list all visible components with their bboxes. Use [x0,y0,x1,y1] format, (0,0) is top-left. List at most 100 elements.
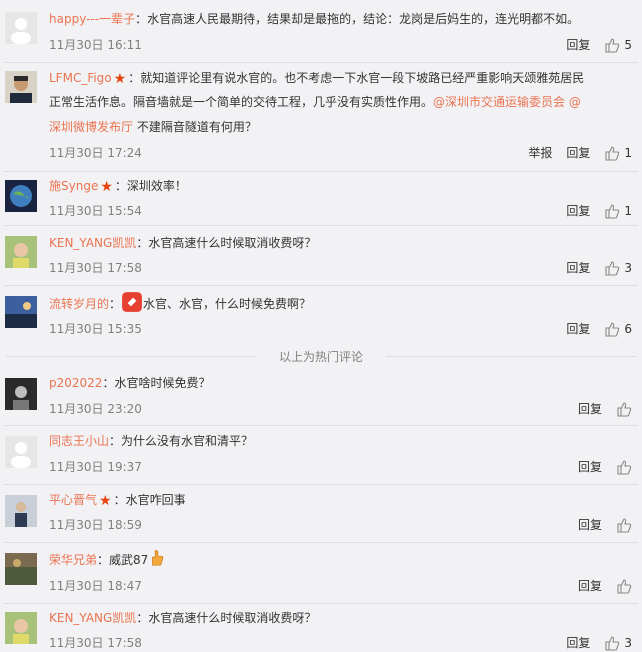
like-button[interactable]: 3 [604,260,632,276]
avatar[interactable] [5,12,37,44]
comment-text-line: 正常生活作息。隔音墙就是一个简单的交待工程，几乎没有实质性作用。@深圳市交通运输… [49,89,634,115]
avatar[interactable] [5,71,37,103]
comment-item: LFMC_Figo ★ ：就知道评论里有说水官的。也不考虑一下水官一段下坡路已经严重… [0,63,642,171]
reply-button[interactable]: 回复 [578,400,602,417]
avatar[interactable] [5,495,37,527]
thumb-up-icon [605,260,620,276]
thumb-up-icon [617,578,632,594]
like-button[interactable]: 3 [604,635,632,651]
comment-text-line: LFMC_Figo ★ ：就知道评论里有说水官的。也不考虑一下水官一段下坡路已经严重… [49,65,634,92]
comment-time: 11月30日 15:54 [49,204,142,218]
thumb-up-icon [605,321,620,337]
like-button[interactable]: 6 [604,321,632,337]
comment-text-line: 深圳微博发布厅 不建隔音隧道有何用？ [49,114,634,140]
avatar[interactable] [5,236,37,268]
reply-button[interactable]: 回复 [566,36,590,53]
report-button[interactable]: 举报 [528,144,552,161]
comment-username[interactable]: 流转岁月的 [49,297,109,311]
comment-username[interactable]: 同志王小山 [49,434,109,448]
like-count: 3 [624,260,632,275]
comment-time: 11月30日 19:37 [49,460,142,474]
like-button[interactable] [616,459,632,475]
comment-username[interactable]: 平心晋气 [49,493,97,507]
thumb-up-icon [617,401,632,417]
comment-text: ：水官啥时候免费？ [102,376,211,390]
comment-text: ：水官咋回事 [113,493,186,507]
like-button[interactable]: 1 [604,203,632,219]
avatar[interactable] [5,612,37,644]
comment-text-line: KEN_YANG凯凯：水官高速什么时候取消收费呀？ [49,605,634,631]
comment-time: 11月30日 17:58 [49,261,142,275]
thumb-up-icon [605,145,620,161]
reply-button[interactable]: 回复 [578,577,602,594]
comment-time: 11月30日 17:58 [49,636,142,650]
comment-time: 11月30日 16:11 [49,38,142,52]
comment-username[interactable]: p202022 [49,376,102,390]
red-envelope-emoji-icon [122,292,142,312]
like-button[interactable] [616,578,632,594]
comment-text: ：水官高速人民最期待，结果却是最拖的，结论：龙岗是后妈生的，连光明都不如。 [135,12,580,26]
comment-item: KEN_YANG凯凯：水官高速什么时候取消收费呀？ 11月30日 17:58 回… [0,604,642,652]
avatar[interactable] [5,378,37,410]
like-button[interactable] [616,517,632,533]
comment-text-line: 流转岁月的： 水官、水官，什么时候免费啊？ [49,291,634,317]
comment-text-line: 施Synge ★ ：深圳效率！ [49,173,634,200]
like-button[interactable]: 5 [604,37,632,53]
comment-item: 同志王小山：为什么没有水官和清平？ 11月30日 19:37 回复 [0,426,642,484]
comment-item: happy---一辈子：水官高速人民最期待，结果却是最拖的，结论：龙岗是后妈生的… [0,0,642,62]
reply-button[interactable]: 回复 [566,259,590,276]
thumb-up-icon [605,203,620,219]
comment-text-line: 荣华兄弟：威武87 [49,547,634,573]
like-button[interactable]: 1 [604,145,632,161]
comment-time: 11月30日 18:59 [49,518,142,532]
comment-text: 不建隔音隧道有何用？ [133,120,257,134]
comment-text: ：水官高速什么时候取消收费呀？ [136,611,317,625]
thumb-up-icon [605,37,620,53]
thumb-up-icon [617,459,632,475]
reply-button[interactable]: 回复 [566,634,590,651]
comment-item: 平心晋气 ★ ：水官咋回事 11月30日 18:59 回复 [0,485,642,543]
comment-text: ：深圳效率！ [114,179,187,193]
vip-star-icon: ★ [100,179,113,195]
mention-link[interactable]: @ [569,95,581,109]
comment-username[interactable]: 荣华兄弟 [49,553,97,567]
comment-time: 11月30日 18:47 [49,579,142,593]
avatar[interactable] [5,553,37,585]
like-count: 1 [624,203,632,218]
like-count: 5 [624,37,632,52]
mention-link[interactable]: @深圳市交通运输委员会 [433,95,565,109]
thumbs-up-emoji-icon [152,550,164,566]
avatar[interactable] [5,296,37,328]
comment-time: 11月30日 23:20 [49,402,142,416]
comment-text: ：为什么没有水官和清平？ [109,434,254,448]
comment-text: ：水官高速什么时候取消收费呀？ [136,236,317,250]
reply-button[interactable]: 回复 [566,144,590,161]
hot-comments-divider: 以上为热门评论 [0,348,642,365]
comment-username[interactable]: KEN_YANG凯凯 [49,611,136,625]
reply-button[interactable]: 回复 [578,458,602,475]
avatar[interactable] [5,436,37,468]
comment-time: 11月30日 17:24 [49,146,142,160]
reply-button[interactable]: 回复 [578,516,602,533]
mention-link[interactable]: 深圳微博发布厅 [49,120,133,134]
comment-item: 荣华兄弟：威武87 11月30日 18:47 回复 [0,543,642,601]
comment-text: 水官、水官，什么时候免费啊？ [143,297,312,311]
comment-text: ：威武87 [97,553,149,567]
comment-username[interactable]: happy---一辈子 [49,12,135,26]
comment-username[interactable]: LFMC_Figo [49,71,112,85]
comment-text: ：就知道评论里有说水官的。也不考虑一下水官一段下坡路已经严重影响天颂雅苑居民 [128,71,585,85]
thumb-up-icon [605,635,620,651]
reply-button[interactable]: 回复 [566,320,590,337]
reply-button[interactable]: 回复 [566,202,590,219]
like-count: 3 [624,635,632,650]
comment-text-line: 平心晋气 ★ ：水官咋回事 [49,487,634,514]
divider-label: 以上为热门评论 [278,350,363,364]
comment-text: 正常生活作息。隔音墙就是一个简单的交待工程，几乎没有实质性作用。 [49,95,434,109]
comment-item: 流转岁月的： 水官、水官，什么时候免费啊？ 11月30日 15:35 回复 6 [0,286,642,344]
like-count: 6 [624,321,632,336]
like-button[interactable] [616,401,632,417]
comment-username[interactable]: 施Synge [49,179,98,193]
comment-item: KEN_YANG凯凯：水官高速什么时候取消收费呀？ 11月30日 17:58 回… [0,226,642,284]
avatar[interactable] [5,180,37,212]
comment-username[interactable]: KEN_YANG凯凯 [49,236,136,250]
